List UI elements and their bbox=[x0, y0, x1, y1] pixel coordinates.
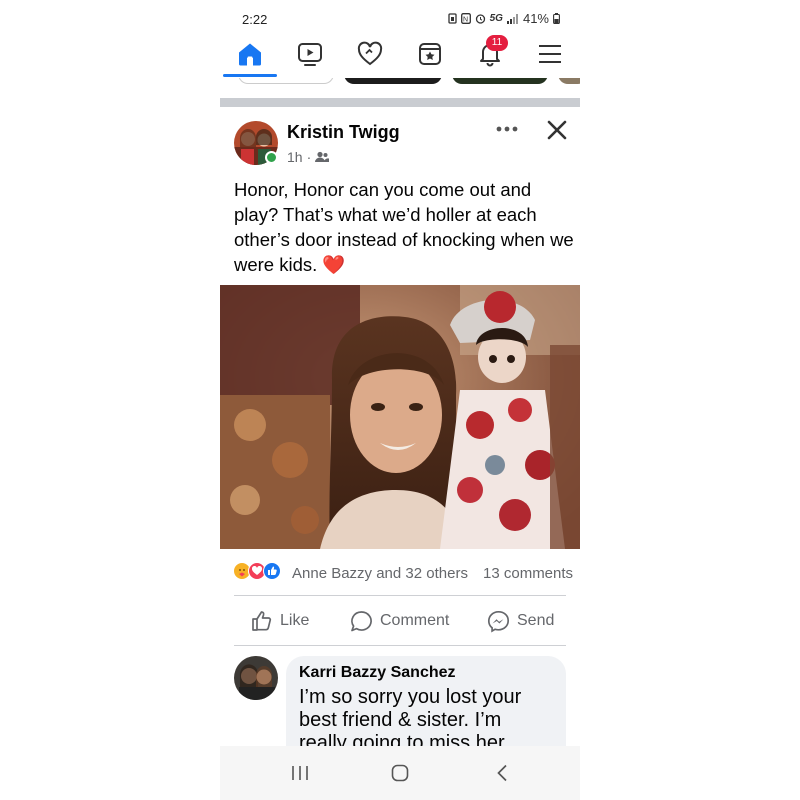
nfc-icon: N bbox=[460, 13, 471, 24]
home-system-button[interactable] bbox=[380, 746, 420, 800]
notification-badge: 11 bbox=[486, 35, 508, 51]
friends-audience-icon bbox=[315, 151, 330, 162]
close-icon bbox=[547, 120, 567, 140]
memories-icon bbox=[419, 43, 441, 65]
status-bar: 2:22 N 5G 41% bbox=[220, 0, 580, 34]
active-tab-indicator bbox=[223, 74, 277, 77]
home-icon bbox=[239, 43, 261, 66]
svg-text:N: N bbox=[463, 17, 468, 24]
commenter-avatar[interactable] bbox=[234, 656, 278, 700]
post-text: Honor, Honor can you come out and play? … bbox=[234, 177, 574, 277]
comment-text: I’m so sorry you lost your best friend &… bbox=[299, 686, 522, 754]
sim-icon bbox=[447, 13, 457, 24]
send-label: Send bbox=[517, 612, 555, 629]
stories-strip bbox=[220, 78, 580, 86]
battery-level: 41% bbox=[522, 11, 549, 26]
nav-home-tab[interactable] bbox=[228, 34, 272, 74]
story-card[interactable] bbox=[558, 78, 580, 84]
actions-top-divider bbox=[234, 595, 566, 596]
post-meta: 1h · bbox=[287, 149, 330, 165]
like-label: Like bbox=[280, 612, 310, 629]
back-icon bbox=[497, 764, 507, 782]
nav-dating-tab[interactable] bbox=[348, 34, 392, 74]
feed-divider bbox=[220, 98, 580, 107]
back-button[interactable] bbox=[482, 746, 522, 800]
comment-author[interactable]: Karri Bazzy Sanchez bbox=[299, 664, 553, 682]
home-circle-icon bbox=[391, 764, 409, 782]
story-card[interactable] bbox=[238, 78, 334, 84]
reactions-summary[interactable]: Anne Bazzy and 32 others bbox=[292, 565, 468, 582]
comment-label: Comment bbox=[380, 612, 450, 629]
like-icon bbox=[252, 611, 272, 631]
messenger-icon bbox=[487, 610, 510, 632]
actions-bottom-divider bbox=[234, 645, 566, 646]
post-body: Honor, Honor can you come out and play? … bbox=[234, 179, 574, 275]
hide-post-button[interactable] bbox=[544, 117, 570, 143]
recents-icon bbox=[292, 766, 308, 780]
dating-heart-icon bbox=[357, 41, 383, 66]
network-type: 5G bbox=[489, 13, 503, 24]
menu-icon bbox=[539, 45, 561, 63]
story-card[interactable] bbox=[344, 78, 442, 84]
alarm-icon bbox=[475, 14, 485, 24]
heart-emoji: ❤️ bbox=[322, 254, 346, 275]
recents-button[interactable] bbox=[280, 746, 320, 800]
signal-icon bbox=[506, 13, 518, 24]
post-time[interactable]: 1h bbox=[287, 149, 303, 165]
nav-menu-tab[interactable] bbox=[528, 34, 572, 74]
online-status-dot bbox=[265, 151, 278, 164]
story-card[interactable] bbox=[452, 78, 548, 84]
like-reaction-icon bbox=[263, 562, 281, 580]
comment-icon bbox=[351, 610, 372, 631]
system-navigation-bar bbox=[220, 746, 580, 800]
nav-memories-tab[interactable] bbox=[408, 34, 452, 74]
nav-video-tab[interactable] bbox=[288, 34, 332, 74]
like-button[interactable]: Like bbox=[251, 606, 309, 636]
comment-button[interactable]: Comment bbox=[350, 606, 449, 636]
more-icon bbox=[496, 126, 518, 132]
status-time: 2:22 bbox=[242, 12, 268, 27]
post-author[interactable]: Kristin Twigg bbox=[287, 122, 400, 143]
battery-icon bbox=[553, 13, 560, 24]
video-icon bbox=[298, 43, 322, 66]
phone-screen: 2:22 N 5G 41% 11 Kristin Twigg 1h · Hono… bbox=[220, 0, 580, 800]
comments-count[interactable]: 13 comments bbox=[483, 565, 573, 582]
reaction-icons[interactable] bbox=[233, 562, 281, 580]
post-photo[interactable] bbox=[220, 285, 580, 549]
top-nav: 11 bbox=[220, 34, 580, 78]
status-icons: N 5G 41% bbox=[447, 11, 560, 26]
meta-separator: · bbox=[306, 149, 312, 165]
post-options-button[interactable] bbox=[492, 118, 522, 140]
send-button[interactable]: Send bbox=[487, 606, 554, 636]
